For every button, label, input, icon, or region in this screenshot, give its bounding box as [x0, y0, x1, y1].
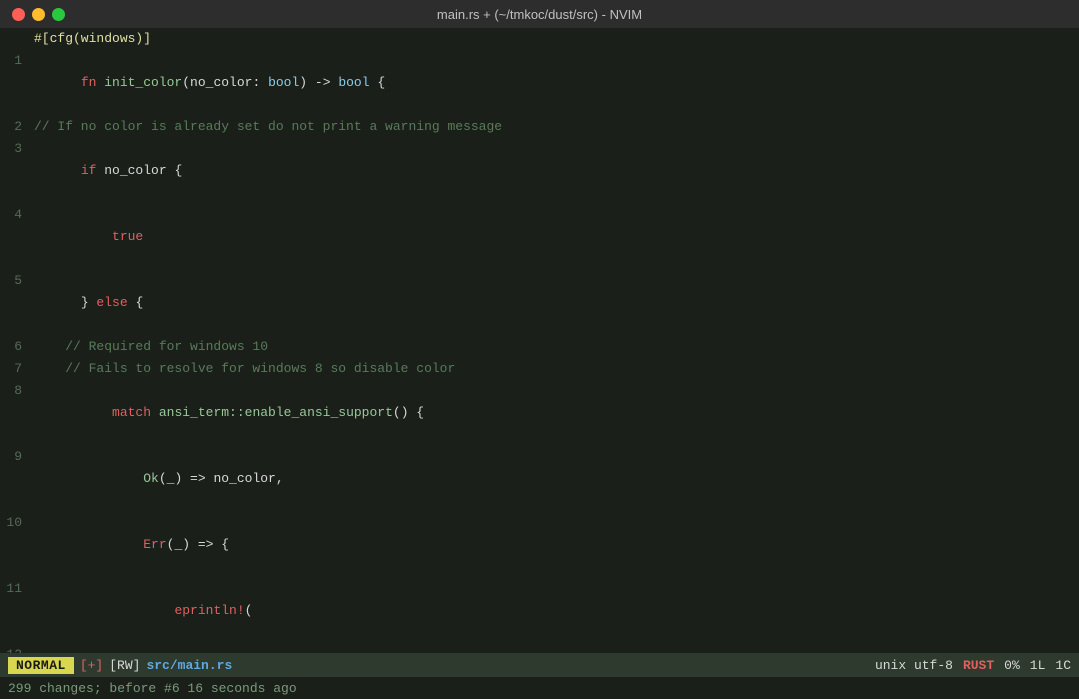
titlebar-buttons: [12, 8, 65, 21]
line-content: Ok(_) => no_color,: [34, 446, 284, 512]
line-number: 1: [6, 50, 34, 72]
mode-badge: NORMAL: [8, 657, 74, 674]
line-content: true: [34, 204, 143, 270]
modified-indicator: [+]: [80, 658, 103, 673]
minimize-button[interactable]: [32, 8, 45, 21]
percent-pos: 0%: [1004, 658, 1020, 673]
line-content: // If no color is already set do not pri…: [34, 116, 502, 138]
code-line: #[cfg(windows)]: [0, 28, 1079, 50]
bottom-bar: 299 changes; before #6 16 seconds ago: [0, 677, 1079, 699]
code-line: 12 "This version of Windows does not sup…: [0, 644, 1079, 653]
code-line: 2 // If no color is already set do not p…: [0, 116, 1079, 138]
line-content: } else {: [34, 270, 143, 336]
editor-area[interactable]: #[cfg(windows)] 1 fn init_color(no_color…: [0, 28, 1079, 653]
code-line: 4 true: [0, 204, 1079, 270]
line-number: 8: [6, 380, 34, 402]
line-number: 7: [6, 358, 34, 380]
code-line: 5 } else {: [0, 270, 1079, 336]
line-number: 4: [6, 204, 34, 226]
line-number: 5: [6, 270, 34, 292]
line-content: // Fails to resolve for windows 8 so dis…: [34, 358, 455, 380]
line-number: 9: [6, 446, 34, 468]
line-content: #[cfg(windows)]: [34, 28, 151, 50]
code-line: 3 if no_color {: [0, 138, 1079, 204]
statusbar: NORMAL [+] [RW] src/main.rs unix utf-8 R…: [0, 653, 1079, 677]
line-pos: 1L: [1030, 658, 1046, 673]
line-number: 11: [6, 578, 34, 600]
code-line: 1 fn init_color(no_color: bool) -> bool …: [0, 50, 1079, 116]
line-number: 12: [6, 644, 34, 653]
code-line: 9 Ok(_) => no_color,: [0, 446, 1079, 512]
code-line: 8 match ansi_term::enable_ansi_support()…: [0, 380, 1079, 446]
rw-indicator: [RW]: [109, 658, 140, 673]
code-line: 6 // Required for windows 10: [0, 336, 1079, 358]
line-number: 3: [6, 138, 34, 160]
status-right: unix utf-8 RUST 0% 1L 1C: [875, 658, 1071, 673]
col-pos: 1C: [1055, 658, 1071, 673]
file-path: src/main.rs: [146, 658, 232, 673]
code-line: 10 Err(_) => {: [0, 512, 1079, 578]
bottom-message: 299 changes; before #6 16 seconds ago: [8, 681, 297, 696]
line-number: 10: [6, 512, 34, 534]
line-number: 6: [6, 336, 34, 358]
line-content: eprintln!(: [34, 578, 252, 644]
line-content: // Required for windows 10: [34, 336, 268, 358]
line-content: if no_color {: [34, 138, 182, 204]
line-content: match ansi_term::enable_ansi_support() {: [34, 380, 424, 446]
rust-badge: RUST: [963, 658, 994, 673]
line-content: Err(_) => {: [34, 512, 229, 578]
line-number: 2: [6, 116, 34, 138]
encoding: unix utf-8: [875, 658, 953, 673]
close-button[interactable]: [12, 8, 25, 21]
window-title: main.rs + (~/tmkoc/dust/src) - NVIM: [437, 7, 642, 22]
code-line: 7 // Fails to resolve for windows 8 so d…: [0, 358, 1079, 380]
line-content: "This version of Windows does not suppor…: [34, 644, 806, 653]
titlebar: main.rs + (~/tmkoc/dust/src) - NVIM: [0, 0, 1079, 28]
maximize-button[interactable]: [52, 8, 65, 21]
line-content: fn init_color(no_color: bool) -> bool {: [34, 50, 385, 116]
code-line: 11 eprintln!(: [0, 578, 1079, 644]
